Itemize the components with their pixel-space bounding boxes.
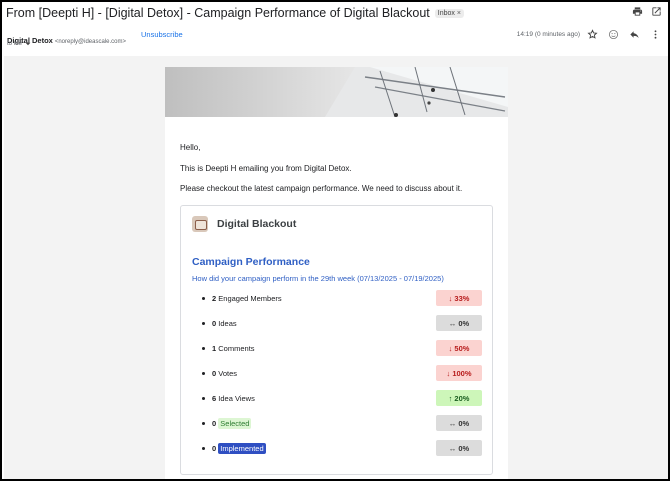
recipient-details[interactable]: to me xyxy=(7,41,31,47)
open-in-new-icon[interactable] xyxy=(651,6,662,17)
stat-label: 0 Implemented xyxy=(212,442,266,454)
stat-label: 0 Ideas xyxy=(212,319,237,328)
print-icon[interactable] xyxy=(632,6,643,17)
banner-image xyxy=(165,67,508,117)
email-content-card: Hello, This is Deepti H emailing you fro… xyxy=(165,67,508,479)
selected-tag: Selected xyxy=(218,417,252,429)
stat-row-votes: 0 Votes ↓ 100% xyxy=(202,365,482,381)
change-badge: ↓ 100% xyxy=(436,365,482,381)
stat-count: 2 xyxy=(212,293,217,303)
request-text: Please checkout the latest campaign perf… xyxy=(180,184,463,193)
message-actions xyxy=(587,29,661,40)
implemented-tag: Implemented xyxy=(218,442,266,454)
unsubscribe-link[interactable]: Unsubscribe xyxy=(141,30,183,39)
bullet xyxy=(202,446,205,450)
stat-name: Idea Views xyxy=(218,393,255,403)
change-badge: ↑ 20% xyxy=(436,390,482,406)
community-name: Digital Blackout xyxy=(217,218,297,230)
section-title: Campaign Performance xyxy=(192,256,310,268)
change-badge: ↔ 0% xyxy=(436,415,482,431)
stat-count: 0 xyxy=(212,318,217,328)
stat-count: 1 xyxy=(212,343,217,353)
bullet xyxy=(202,296,205,300)
stat-name: Ideas xyxy=(218,318,237,328)
bullet xyxy=(202,346,205,350)
stat-label: 1 Comments xyxy=(212,344,255,353)
bullet xyxy=(202,421,205,425)
dropdown-icon xyxy=(25,42,31,46)
more-icon[interactable] xyxy=(650,29,661,40)
stat-row-implemented: 0 Implemented ↔ 0% xyxy=(202,440,482,456)
sender-email: <noreply@ideascale.com> xyxy=(54,39,126,45)
email-window: From [Deepti H] - [Digital Detox] - Camp… xyxy=(0,0,670,481)
inbox-label-chip[interactable]: Inbox × xyxy=(434,8,464,18)
stat-count: 0 xyxy=(212,443,217,453)
inbox-label-text: Inbox xyxy=(437,9,455,17)
sender-row: Digital Detox <noreply@ideascale.com> Uns… xyxy=(7,29,665,52)
stat-name: Engaged Members xyxy=(218,293,282,303)
bullet xyxy=(202,321,205,325)
star-icon[interactable] xyxy=(587,29,598,40)
top-actions xyxy=(632,6,662,17)
stat-label: 2 Engaged Members xyxy=(212,294,282,303)
change-badge: ↓ 33% xyxy=(436,290,482,306)
stat-name: Comments xyxy=(218,343,255,353)
remove-label-icon[interactable]: × xyxy=(457,10,461,17)
recipient-text: to me xyxy=(7,41,23,47)
stat-count: 0 xyxy=(212,368,217,378)
change-badge: ↔ 0% xyxy=(436,315,482,331)
stat-row-idea-views: 6 Idea Views ↑ 20% xyxy=(202,390,482,406)
reply-icon[interactable] xyxy=(629,29,640,40)
change-badge: ↔ 0% xyxy=(436,440,482,456)
greeting-text: Hello, xyxy=(180,143,201,152)
subject-bar: From [Deepti H] - [Digital Detox] - Camp… xyxy=(6,5,626,21)
stat-count: 0 xyxy=(212,418,217,428)
email-timestamp: 14:19 (0 minutes ago) xyxy=(516,31,580,38)
email-subject: From [Deepti H] - [Digital Detox] - Camp… xyxy=(6,6,430,20)
stat-name: Votes xyxy=(218,368,238,378)
stat-count: 6 xyxy=(212,393,217,403)
stat-row-selected: 0 Selected ↔ 0% xyxy=(202,415,482,431)
stat-row-comments: 1 Comments ↓ 50% xyxy=(202,340,482,356)
stat-row-ideas: 0 Ideas ↔ 0% xyxy=(202,315,482,331)
campaign-summary-box: Digital Blackout Campaign Performance Ho… xyxy=(180,205,493,475)
section-subtitle: How did your campaign perform in the 29t… xyxy=(192,274,444,283)
stat-label: 0 Votes xyxy=(212,369,237,378)
stat-label: 0 Selected xyxy=(212,417,252,429)
change-badge: ↓ 50% xyxy=(436,340,482,356)
emoji-icon[interactable] xyxy=(608,29,619,40)
stat-row-engaged-members: 2 Engaged Members ↓ 33% xyxy=(202,290,482,306)
community-logo xyxy=(192,216,208,232)
bullet xyxy=(202,396,205,400)
stat-label: 6 Idea Views xyxy=(212,394,255,403)
bullet xyxy=(202,371,205,375)
intro-text: This is Deepti H emailing you from Digit… xyxy=(180,164,352,173)
community-header: Digital Blackout xyxy=(192,216,296,232)
